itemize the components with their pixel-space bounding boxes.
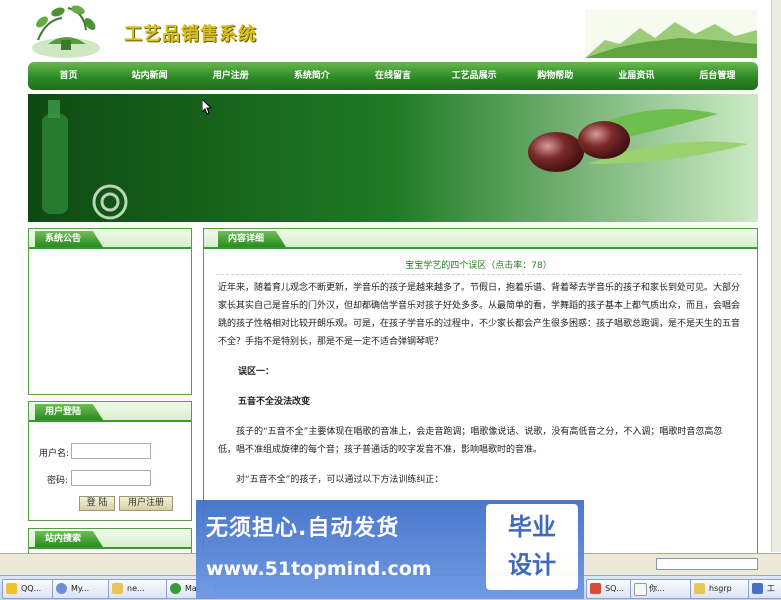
password-input[interactable] bbox=[71, 470, 151, 486]
folder-icon bbox=[112, 583, 123, 594]
article-heading: 五音不全没法改变 bbox=[238, 397, 311, 407]
nav-home[interactable]: 首页 bbox=[28, 62, 109, 90]
main-nav: 首页 站内新闻 用户注册 系统简介 在线留言 工艺品展示 购物帮助 业届资讯 后… bbox=[28, 62, 758, 90]
register-button[interactable]: 用户注册 bbox=[119, 496, 173, 511]
search-panel-title: 站内搜索 bbox=[35, 531, 104, 547]
article-title: 宝宝学艺的四个误区（点击率：78） bbox=[216, 258, 741, 275]
nav-news[interactable]: 站内新闻 bbox=[109, 62, 190, 90]
status-progress-bar bbox=[656, 558, 758, 570]
taskbar-item-label: 你... bbox=[649, 584, 665, 593]
taskbar-item-label: ne... bbox=[127, 584, 145, 593]
notice-panel: 系统公告 bbox=[28, 228, 192, 395]
nav-guestbook[interactable]: 在线留言 bbox=[352, 62, 433, 90]
site-logo bbox=[32, 5, 100, 58]
username-input[interactable] bbox=[71, 443, 151, 459]
mouse-cursor-icon bbox=[202, 99, 212, 115]
nav-help[interactable]: 购物帮助 bbox=[515, 62, 596, 90]
ad-badge-line1: 毕业 bbox=[508, 513, 556, 541]
login-panel: 用户登陆 用户名: 密码: 登 陆 用户注册 bbox=[28, 401, 192, 521]
taskbar-item-label: hsgrp bbox=[709, 584, 732, 593]
window-icon bbox=[752, 583, 763, 594]
login-button[interactable]: 登 陆 bbox=[79, 496, 115, 511]
content-panel-title: 内容详细 bbox=[218, 231, 287, 247]
username-label: 用户名: bbox=[39, 449, 70, 459]
taskbar-item-label: 工 bbox=[767, 584, 775, 593]
ad-badge-line2: 设计 bbox=[508, 551, 556, 579]
site-title: 工艺品销售系统 bbox=[124, 24, 257, 45]
nav-about[interactable]: 系统简介 bbox=[271, 62, 352, 90]
article-body: 近年来，随着育儿观念不断更新，学音乐的孩子是越来越多了。节假日，抱着乐谱、背着琴… bbox=[218, 279, 740, 501]
taskbar-item-label: My... bbox=[71, 584, 90, 593]
password-label: 密码: bbox=[47, 476, 69, 486]
taskbar-item-label: SQ... bbox=[605, 584, 625, 593]
banner-image bbox=[28, 94, 758, 222]
nav-register[interactable]: 用户注册 bbox=[190, 62, 271, 90]
sql-icon bbox=[590, 583, 601, 594]
vertical-scrollbar[interactable] bbox=[771, 0, 781, 552]
header-hills-graphic bbox=[585, 10, 757, 58]
taskbar-item-label: QQ... bbox=[21, 584, 42, 593]
document-icon bbox=[634, 583, 647, 596]
ad-badge: 毕业 设计 bbox=[486, 504, 578, 590]
nav-products[interactable]: 工艺品展示 bbox=[434, 62, 515, 90]
login-panel-title: 用户登陆 bbox=[35, 404, 104, 420]
nav-admin[interactable]: 后台管理 bbox=[677, 62, 758, 90]
app-icon bbox=[56, 583, 67, 594]
ad-overlay[interactable]: 无须担心.自动发货 www.51topmind.com 毕业 设计 bbox=[196, 500, 584, 599]
nav-industry-news[interactable]: 业届资讯 bbox=[596, 62, 677, 90]
folder-icon bbox=[694, 583, 705, 594]
article-paragraph: 孩子的“五音不全”主要体现在唱歌的音准上，会走音跑调；唱歌像说话、说歌，没有高低… bbox=[218, 427, 723, 455]
article-heading: 误区一： bbox=[238, 367, 275, 377]
taskbar-item[interactable]: 工 bbox=[748, 579, 781, 599]
notice-panel-title: 系统公告 bbox=[35, 231, 104, 247]
app-icon bbox=[170, 583, 181, 594]
article-paragraph: 对“五音不全”的孩子，可以通过以下方法训练纠正： bbox=[236, 475, 444, 485]
ad-slogan: 无须担心.自动发货 bbox=[206, 516, 400, 541]
qq-icon bbox=[6, 583, 17, 594]
article-paragraph: 近年来，随着育儿观念不断更新，学音乐的孩子是越来越多了。节假日，抱着乐谱、背着琴… bbox=[218, 283, 741, 347]
ad-url: www.51topmind.com bbox=[206, 558, 432, 580]
